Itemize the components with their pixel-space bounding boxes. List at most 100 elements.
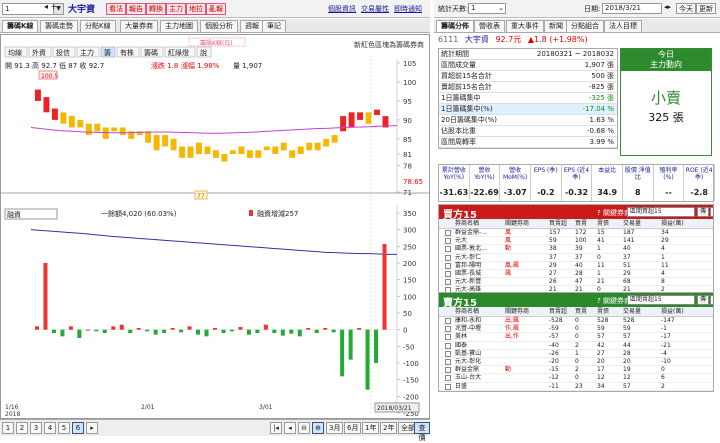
tab-stock-analysis[interactable]: 個股分析: [200, 20, 238, 32]
row-checkbox[interactable]: [445, 326, 451, 333]
stat-key: 20日籌碼集中(%): [441, 116, 498, 124]
stock-info-link[interactable]: 個股資訊: [328, 4, 356, 14]
sub-tick-label: -100: [403, 360, 419, 368]
page-3[interactable]: 3: [30, 422, 42, 434]
count-select[interactable]: 1 ⌄: [468, 3, 506, 14]
row-checkbox[interactable]: [445, 367, 451, 374]
date-arrows-icon[interactable]: ◂▸: [664, 3, 671, 11]
candle-bar: [357, 112, 364, 120]
refresh-button[interactable]: 更新: [696, 3, 716, 14]
row-checkbox[interactable]: [445, 334, 451, 341]
stock-change: ▲1.8 (+1.98%): [527, 35, 588, 44]
row-checkbox[interactable]: [445, 342, 451, 349]
row-cell: 2: [575, 366, 579, 374]
page-2[interactable]: 2: [16, 422, 28, 434]
row-checkbox[interactable]: [445, 238, 451, 245]
row-checkbox[interactable]: [445, 383, 451, 390]
panel-select[interactable]: 區間賣超15: [627, 295, 695, 305]
tab-chip-distribution[interactable]: 籌碼分佈: [436, 20, 474, 32]
tab-weekly[interactable]: 週報: [240, 20, 264, 32]
page-5[interactable]: 5: [58, 422, 70, 434]
chart-svg[interactable]: 均線 外資 投信 主力 籌有株 籌碼 紅綠燈 說籌碼K線(日) 開 91.3 高 92.7 低 …: [1, 35, 429, 418]
row-checkbox[interactable]: [445, 279, 451, 286]
main-force-button[interactable]: 主力: [166, 3, 186, 15]
transfer-button[interactable]: 傳: [697, 207, 709, 217]
range-6m[interactable]: 6月: [344, 422, 362, 434]
row-cell: 59: [597, 325, 605, 333]
col-header: 賣張: [597, 308, 610, 315]
row-cell: 20: [597, 357, 605, 365]
tab-big-brokers[interactable]: 大量券商: [120, 20, 158, 32]
zoom-in-icon[interactable]: ⊕: [312, 422, 324, 434]
date-tag: 2018/03/21: [377, 405, 412, 412]
trade-attr-link[interactable]: 交易屬性: [361, 4, 389, 14]
group-button[interactable]: [710, 295, 714, 305]
page-1[interactable]: 1: [2, 422, 14, 434]
page-6[interactable]: 6: [72, 422, 84, 434]
row-cell: -528: [549, 317, 563, 324]
broker-row[interactable]: 兆豐-中壢 作,飆 -59 0 59 59 -1: [439, 325, 713, 334]
tab-revenue[interactable]: 營收表: [474, 20, 505, 32]
transfer-button[interactable]: 傳: [697, 295, 709, 305]
broker-row[interactable]: 富邦-陽明 風,飆 29 40 11 51 11: [439, 262, 713, 270]
page-4[interactable]: 4: [44, 422, 56, 434]
view-button[interactable]: 看法: [106, 3, 126, 15]
row-checkbox[interactable]: [445, 262, 451, 269]
convert-button[interactable]: 轉換: [146, 3, 166, 15]
pull-button[interactable]: 地拉: [186, 3, 206, 15]
tab-branch-kline[interactable]: 分點K線: [80, 20, 116, 32]
tab-target[interactable]: 法人目標: [604, 20, 642, 32]
broker-row[interactable]: 國票-長城 飆 27 28 1 29 4: [439, 270, 713, 279]
range-2y[interactable]: 2年: [380, 422, 398, 434]
row-cell: 39: [575, 245, 583, 253]
row-checkbox[interactable]: [445, 358, 451, 365]
row-checkbox[interactable]: [445, 375, 451, 382]
tab-chip-kline[interactable]: 籌碼K線: [2, 20, 39, 32]
row-checkbox[interactable]: [445, 270, 451, 277]
row-checkbox[interactable]: [445, 230, 451, 236]
tab-branch-combo[interactable]: 分點組合: [566, 20, 604, 32]
scroll-prev-icon[interactable]: ◂: [284, 422, 296, 434]
broker-row[interactable]: 群益金鼎-... 風 157 172 15 187 34: [439, 229, 713, 238]
sub-tick-label: -50: [403, 343, 414, 351]
date-picker[interactable]: 2018/3/21: [602, 3, 662, 14]
row-checkbox[interactable]: [445, 318, 451, 324]
query-price-button[interactable]: 查價: [414, 422, 430, 442]
broker-row[interactable]: 日盛 -11 23 34 57 2: [439, 383, 713, 391]
zoom-out-icon[interactable]: ⊖: [298, 422, 310, 434]
tab-notes[interactable]: 筆記: [262, 20, 286, 32]
broker-row[interactable]: 國票-敦北... 動 38 39 1 40 4: [439, 245, 713, 254]
broker-row[interactable]: 國泰 -40 2 42 44 -21: [439, 342, 713, 350]
row-cell: 動: [505, 366, 512, 374]
metric-header: ROE (近4季): [685, 167, 713, 181]
row-checkbox[interactable]: [445, 350, 451, 357]
row-checkbox[interactable]: [445, 246, 451, 253]
add-icon[interactable]: ◂ +: [44, 2, 57, 11]
broker-row[interactable]: 康和-永和 出,飆 -528 0 528 528 -147: [439, 317, 713, 326]
tab-main-map[interactable]: 主力地圖: [160, 20, 198, 32]
sub-bar: [272, 329, 277, 333]
group-button[interactable]: [710, 207, 714, 217]
tab-events[interactable]: 重大事件: [506, 20, 544, 32]
next-page-icon[interactable]: ▸: [86, 422, 98, 434]
broker-row[interactable]: 凱基-寶山 -26 1 27 28 -4: [439, 350, 713, 358]
sub-legend-balance: 一餘額4,020 (60.03%): [101, 209, 177, 218]
range-3m[interactable]: 3月: [326, 422, 344, 434]
scroll-first-icon[interactable]: |◂: [270, 422, 282, 434]
broker-row[interactable]: 元大-彰化 -20 0 20 20 -10: [439, 357, 713, 367]
broker-row[interactable]: 美林 出,作 -57 0 57 57 -17: [439, 333, 713, 342]
row-checkbox[interactable]: [445, 254, 451, 261]
report-button[interactable]: 報告: [126, 3, 146, 15]
rumor-button[interactable]: 亂報: [206, 3, 226, 15]
today-button[interactable]: 今天: [676, 3, 696, 14]
tab-chip-trend[interactable]: 籌碼走勢: [40, 20, 78, 32]
panel-select[interactable]: 區間買超15: [627, 207, 695, 217]
broker-row[interactable]: 玉山-台大 -12 0 12 12 6: [439, 374, 713, 383]
range-1y[interactable]: 1年: [362, 422, 380, 434]
instant-notice-link[interactable]: 即時通知: [394, 4, 422, 14]
chart-area[interactable]: 均線 外資 投信 主力 籌有株 籌碼 紅綠燈 說籌碼K線(日) 開 91.3 高 92.7 低 …: [0, 34, 430, 419]
row-cell: 出,作: [505, 333, 519, 341]
tab-news[interactable]: 新聞: [544, 20, 568, 32]
metric-cell: EPS (近4季) -0.32: [562, 165, 593, 201]
broker-row[interactable]: 元大-彰仁 37 37 0 37 1: [439, 254, 713, 262]
